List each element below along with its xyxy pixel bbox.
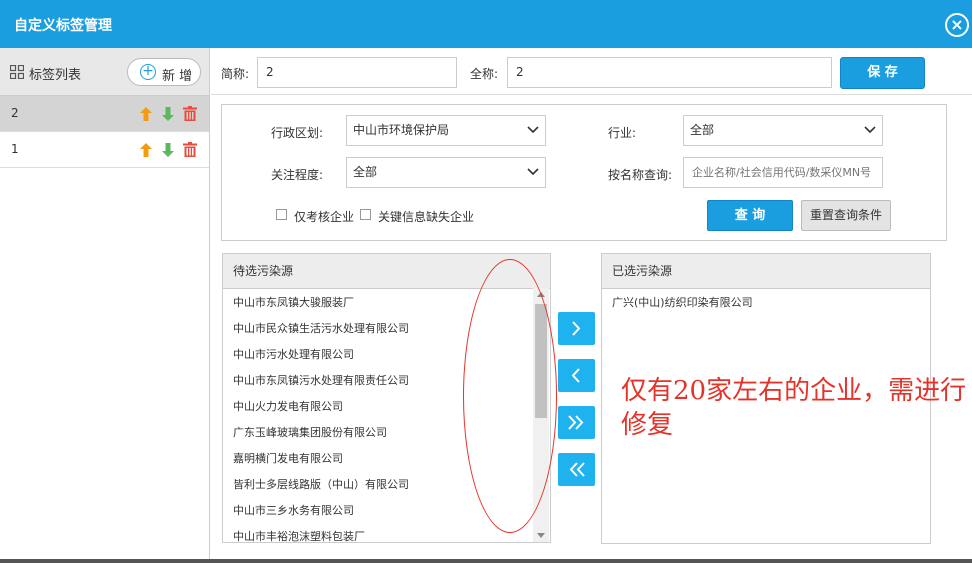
add-tag-label: 新 增: [162, 69, 193, 84]
region-select[interactable]: 中山市环境保护局: [346, 115, 546, 146]
arrow-up-icon[interactable]: [140, 143, 152, 157]
arrow-down-icon[interactable]: [162, 107, 174, 121]
only-assess-label: 仅考核企业: [294, 210, 355, 224]
region-select-value: 中山市环境保护局: [353, 123, 450, 137]
chevron-down-icon: [527, 168, 539, 176]
chevron-right-icon: [572, 321, 581, 336]
attention-label: 关注程度:: [271, 168, 324, 182]
tag-row[interactable]: 2: [0, 96, 209, 132]
move-left-button[interactable]: [558, 359, 595, 392]
close-icon[interactable]: ×: [945, 13, 969, 37]
tag-name: 1: [11, 142, 19, 156]
chevron-down-icon: [864, 126, 876, 134]
move-right-button[interactable]: [558, 312, 595, 345]
move-all-left-button[interactable]: [558, 453, 595, 486]
query-button[interactable]: 查 询: [707, 200, 793, 231]
name-search-label: 按名称查询:: [608, 168, 673, 182]
reset-query-button[interactable]: 重置查询条件: [801, 200, 891, 231]
move-all-right-button[interactable]: [558, 406, 595, 439]
attention-select-value: 全部: [353, 165, 378, 179]
plus-circle-icon: +: [140, 64, 156, 80]
industry-select-value: 全部: [690, 123, 715, 137]
chevron-down-icon: [527, 126, 539, 134]
full-name-input[interactable]: 2: [507, 57, 832, 88]
only-assess-checkbox[interactable]: [276, 209, 287, 220]
scroll-down-icon[interactable]: [537, 533, 545, 538]
tag-list-title: 标签列表: [29, 68, 82, 83]
title-bar: 自定义标签管理 ×: [0, 0, 972, 48]
bottom-edge: [0, 559, 972, 563]
short-name-label: 简称:: [221, 67, 250, 81]
short-name-input[interactable]: 2: [257, 57, 457, 88]
tag-list-header: 标签列表 + 新 增: [0, 48, 209, 96]
add-tag-button[interactable]: + 新 增: [127, 58, 201, 86]
list-item[interactable]: 广兴(中山)纺织印染有限公司: [602, 290, 930, 316]
window-title: 自定义标签管理: [14, 18, 112, 34]
industry-select[interactable]: 全部: [683, 115, 883, 146]
arrow-up-icon[interactable]: [140, 107, 152, 121]
full-name-label: 全称:: [470, 67, 499, 81]
trash-icon[interactable]: [183, 106, 197, 121]
annotation-ellipse: [463, 259, 557, 533]
tag-name: 2: [11, 106, 19, 120]
attention-select[interactable]: 全部: [346, 157, 546, 188]
double-chevron-left-icon: [569, 462, 585, 477]
industry-label: 行业:: [608, 126, 637, 140]
grid-icon: [10, 65, 24, 79]
annotation-text: 仅有20家左右的企业，需进行修复: [621, 376, 967, 440]
tag-row[interactable]: 1: [0, 132, 209, 168]
save-button[interactable]: 保 存: [840, 57, 925, 89]
trash-icon[interactable]: [183, 142, 197, 157]
divider: [211, 94, 972, 95]
missing-info-checkbox[interactable]: [360, 209, 371, 220]
missing-info-label: 关键信息缺失企业: [378, 210, 475, 224]
arrow-down-icon[interactable]: [162, 143, 174, 157]
region-label: 行政区划:: [271, 126, 324, 140]
selected-list-header: 已选污染源: [602, 254, 930, 289]
double-chevron-right-icon: [568, 415, 584, 430]
name-search-input[interactable]: [683, 157, 883, 188]
chevron-left-icon: [571, 368, 580, 383]
tag-list-panel: 标签列表 + 新 增 2 1: [0, 48, 210, 563]
